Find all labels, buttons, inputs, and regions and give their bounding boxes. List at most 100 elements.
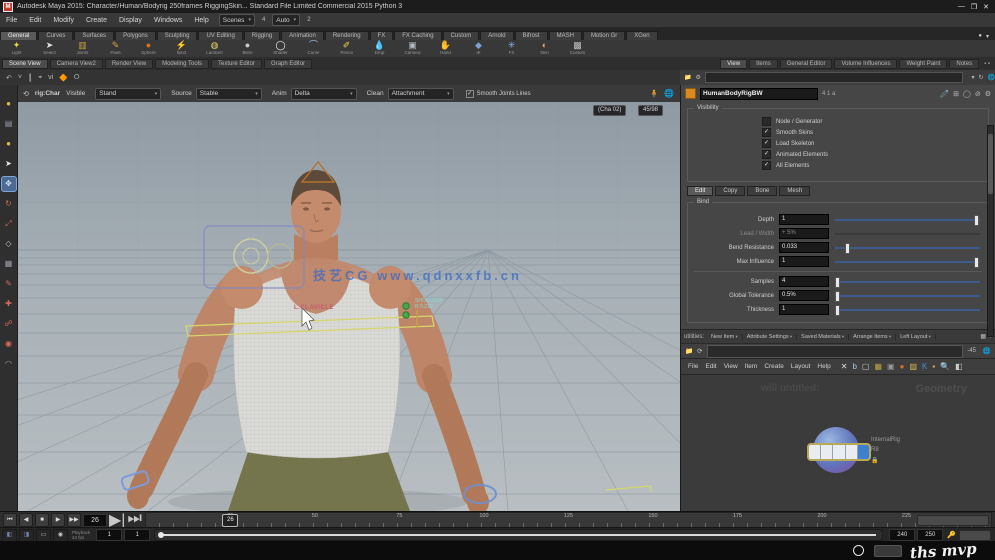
anim-start-field[interactable]: 1 xyxy=(96,529,123,541)
chevron-down-icon[interactable]: ▾ xyxy=(971,74,974,81)
panel-tab[interactable]: Render View xyxy=(104,58,154,69)
node-name-field[interactable]: HumanBodyRigBW xyxy=(700,87,818,100)
slider-track[interactable] xyxy=(835,257,980,268)
viewport-combobox[interactable]: Attachment ▾ xyxy=(387,87,454,100)
toolbar-icon[interactable]: vi xyxy=(48,74,53,81)
folder-icon[interactable]: 📁 xyxy=(685,347,693,355)
shelf-tool-button[interactable]: ⚡ Bind xyxy=(165,41,198,56)
shelf-tab[interactable]: Rendering xyxy=(324,31,369,40)
attribute-header-icon[interactable]: ◯ xyxy=(963,90,971,98)
shelf-tool-button[interactable]: ▥ Joints xyxy=(66,41,99,56)
menu-item[interactable]: Create xyxy=(80,17,113,24)
panel-scrollbar[interactable] xyxy=(987,125,994,337)
tool-button[interactable]: ⤢ xyxy=(2,217,16,231)
current-frame-field[interactable]: 26 xyxy=(83,513,107,527)
shelf-tab[interactable]: Surfaces xyxy=(74,31,115,40)
panel-tab[interactable]: Graph Editor xyxy=(264,58,313,69)
menu-item[interactable]: Edit xyxy=(23,17,47,24)
playback-button[interactable]: ■ xyxy=(35,513,49,527)
range-toggle-button[interactable]: ◧ xyxy=(2,528,17,542)
menu-item[interactable]: Windows xyxy=(148,17,188,24)
checkbox-icon[interactable] xyxy=(762,139,771,148)
playback-button[interactable]: ▶▶ xyxy=(67,513,81,527)
toolbar-icon[interactable]: ┃ xyxy=(28,74,32,82)
shelf-tool-button[interactable]: ▩ Custom xyxy=(561,41,594,56)
viewport-combobox[interactable]: Stand ▾ xyxy=(95,87,162,100)
bookmark-dropdown[interactable]: Saved Materials xyxy=(797,333,850,340)
node-toolbar-icon[interactable]: b xyxy=(852,362,856,371)
attribute-header-icon[interactable]: ⊞ xyxy=(953,90,959,98)
slider-value-field[interactable]: 1 xyxy=(779,214,829,225)
node-menu-item[interactable]: Edit xyxy=(705,363,716,370)
node-toolbar-icon[interactable]: ▨ xyxy=(909,362,917,371)
refresh-icon[interactable]: ↻ xyxy=(978,74,983,81)
tool-button[interactable]: ☍ xyxy=(2,317,16,331)
shelf-tab[interactable]: FX Caching xyxy=(394,31,442,40)
shelf-tab[interactable]: Polygons xyxy=(115,31,156,40)
tool-button[interactable]: ▦ xyxy=(2,257,16,271)
slider-value-field[interactable]: 0.5% xyxy=(779,290,829,301)
slider-handle[interactable] xyxy=(835,305,840,316)
attribute-tab[interactable]: Mesh xyxy=(779,186,811,196)
auto-key-icon[interactable]: 🔑 xyxy=(947,531,956,539)
slider-track[interactable] xyxy=(835,229,980,238)
shelf-tool-button[interactable]: ✳ FX xyxy=(495,41,528,56)
toolbar-icon[interactable]: ⭘ xyxy=(74,74,80,82)
slider-track[interactable] xyxy=(835,291,980,302)
visibility-option[interactable]: Node / Generator xyxy=(762,117,984,126)
panel-tab[interactable]: Modeling Tools xyxy=(155,58,209,69)
slider-value-field[interactable]: 1 xyxy=(779,256,829,267)
playback-start-field[interactable]: 1 xyxy=(124,529,151,541)
visibility-option[interactable]: All Elements xyxy=(762,161,984,170)
shelf-tab[interactable]: Custom xyxy=(442,31,480,40)
playback-end-field[interactable]: 240 xyxy=(889,529,916,541)
node-toolbar-icon[interactable]: ◧ xyxy=(955,362,963,371)
attribute-header-icon[interactable]: ⚙ xyxy=(985,90,991,98)
tool-button[interactable]: ✥ xyxy=(1,177,16,191)
shelf-tab[interactable]: UV Editing xyxy=(198,31,243,40)
window-button[interactable]: ❐ xyxy=(971,3,977,11)
node-toolbar-icon[interactable]: ▢ xyxy=(862,362,870,371)
attribute-tab[interactable]: Copy xyxy=(715,186,746,196)
tool-button[interactable]: ▤ xyxy=(2,117,16,131)
shelf-tab[interactable]: Curves xyxy=(38,31,74,40)
globe-icon[interactable]: 🌐 xyxy=(983,347,991,355)
range-slider[interactable] xyxy=(154,529,884,541)
shelf-tab[interactable]: Sculpting xyxy=(156,31,198,40)
shelf-tool-button[interactable]: ● Blinn xyxy=(231,41,264,56)
node-path-input[interactable] xyxy=(706,344,964,358)
slider-handle[interactable] xyxy=(974,257,980,268)
viewport-pill-camera[interactable]: (Cha 02) xyxy=(593,105,627,116)
node-toolbar-icon[interactable]: 🔍 xyxy=(940,362,950,371)
node-menu-item[interactable]: Help xyxy=(817,363,830,370)
refresh-icon[interactable]: ⟳ xyxy=(697,347,702,355)
node-menu-item[interactable]: Layout xyxy=(791,363,811,370)
shelf-overflow[interactable]: ● ▾ xyxy=(972,33,995,40)
shelf-tab[interactable]: General xyxy=(0,31,38,40)
tool-button[interactable]: ✚ xyxy=(2,297,16,311)
attribute-header-icon[interactable]: ⊘ xyxy=(975,90,981,98)
attribute-header-icon[interactable]: 🧷 xyxy=(940,90,949,98)
shelf-tool-button[interactable]: ✐ Pencil xyxy=(330,41,363,56)
slider-value-field[interactable]: 0.033 xyxy=(779,242,829,253)
panel-tab[interactable]: General Editor xyxy=(779,58,833,69)
playback-button[interactable]: ◀ xyxy=(19,513,33,527)
panel-tab[interactable]: Volume Influences xyxy=(834,58,898,69)
shelf-tool-button[interactable]: ◆ IK xyxy=(462,41,495,56)
slider-track[interactable] xyxy=(835,215,980,226)
viewport-combobox[interactable]: Delta ▾ xyxy=(290,87,357,100)
smooth-joints-checkbox[interactable]: Smooth Joints Lines xyxy=(465,89,531,98)
range-toggle-button[interactable]: ◨ xyxy=(19,528,34,542)
shelf-tab[interactable]: Arnold xyxy=(480,31,514,40)
history-icon[interactable]: ⟲ xyxy=(23,90,29,98)
path-input[interactable] xyxy=(704,72,964,83)
slider-value-field[interactable]: + 5% xyxy=(779,228,829,239)
shelf-tool-button[interactable]: ➤ Select xyxy=(33,41,66,56)
attribute-tab[interactable]: Edit xyxy=(687,186,714,196)
menu-item[interactable]: Modify xyxy=(47,17,80,24)
anim-end-field[interactable]: 250 xyxy=(917,529,944,541)
shelf-tool-button[interactable]: ◐ Skin xyxy=(528,41,561,56)
timeline-ruler[interactable]: 25 50 75 100 125 150 175 200 225 xyxy=(144,512,992,528)
shelf-tool-button[interactable]: ✋ Hand xyxy=(429,41,462,56)
slider-handle[interactable] xyxy=(974,215,980,226)
